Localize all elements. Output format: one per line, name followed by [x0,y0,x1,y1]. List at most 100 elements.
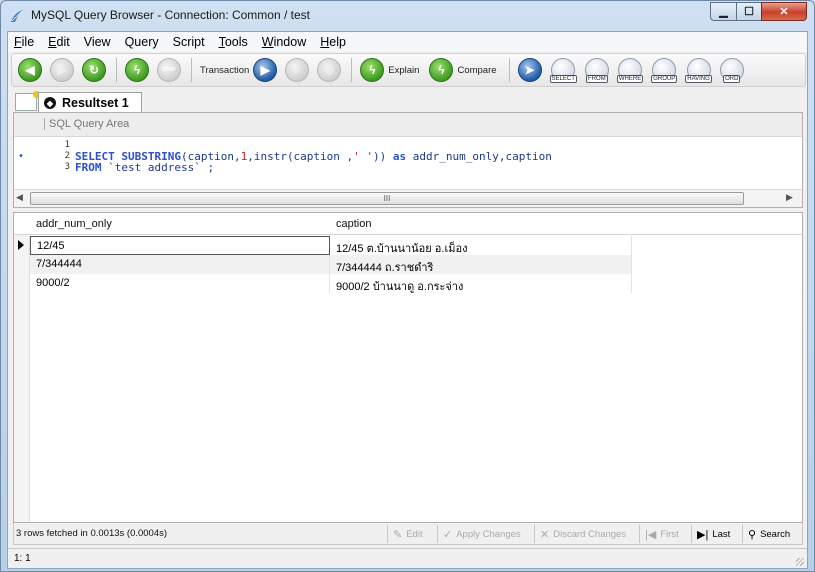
execute-button[interactable]: ϟ [125,58,149,82]
table-cell[interactable]: 7/344444 ถ.ราชดำริ [330,255,632,274]
new-tab-icon[interactable] [15,91,40,111]
last-record-icon: ▶| [697,528,709,541]
query-area-label: SQL Query Area [44,118,129,130]
result-grid[interactable]: addr_num_only caption 12/45 12/45 ต.บ้าน… [13,212,803,523]
bottom-status-bar: 1: 1 [8,548,807,568]
window-title: MySQL Query Browser - Connection: Common… [31,8,310,22]
start-transaction-button[interactable]: ▶ [253,58,278,82]
maximize-button[interactable]: ☐ [736,2,762,21]
explain-label: Explain [388,64,420,76]
toolbar-separator [191,58,192,82]
stop-button[interactable]: STOP [157,58,181,82]
explain-button[interactable]: ϟ [360,58,385,82]
stop-icon: STOP [162,67,176,73]
table-cell[interactable]: 12/45 ต.บ้านนาน้อย อ.เม็อง [330,236,632,255]
first-record-icon: |◀ [645,528,657,541]
table-cell[interactable]: 9000/2 บ้านนาดู อ.กระจ่าง [330,274,632,293]
cancel-icon: ⊘ [324,63,335,77]
toolbar-separator [508,58,510,82]
toolbar-separator [351,58,353,82]
menu-view[interactable]: View [84,35,111,49]
menu-bar: File Edit View Query Script Tools Window… [8,32,807,52]
table-row[interactable]: 7/344444 7/344444 ถ.ราชดำริ [14,255,802,274]
column-header-addr-num-only[interactable]: addr_num_only [36,218,112,230]
resize-grip-icon[interactable] [796,558,804,566]
table-row[interactable]: 9000/2 9000/2 บ้านนาดู อ.กระจ่าง [14,274,802,293]
title-bar: MySQL Query Browser - Connection: Common… [1,1,814,31]
row-indicator [14,255,30,274]
arrow-right-icon: ▶ [57,63,67,77]
edit-button[interactable]: ✎ Edit [387,525,428,543]
menu-file[interactable]: File [14,35,34,49]
last-button[interactable]: ▶| Last [691,525,735,543]
main-toolbar: ◀ ▶ ↻ ϟ STOP Transaction ▶ ✓ ⊘ ϟ Explain… [11,53,806,87]
sql-editor[interactable]: 1 • 2 SELECT SUBSTRING(caption,1,instr(c… [14,140,802,173]
column-header-caption[interactable]: caption [336,218,371,230]
discard-changes-button[interactable]: ✕ Discard Changes [534,525,631,543]
client-area: File Edit View Query Script Tools Window… [7,31,808,569]
x-icon: ✕ [540,528,550,541]
scroll-thumb[interactable]: III [30,192,744,205]
pointer-button[interactable]: ➤ [517,58,542,82]
app-window: MySQL Query Browser - Connection: Common… [0,0,815,572]
select-keyword-button[interactable]: SELECT [549,57,577,83]
order-keyword-button[interactable]: ORD [719,57,744,83]
scroll-left-icon[interactable]: ◀ [16,192,28,204]
query-area-header: SQL Query Area [14,113,802,137]
current-line-marker-icon: • [18,151,25,162]
table-row[interactable]: 12/45 12/45 ต.บ้านนาน้อย อ.เม็อง [14,236,802,255]
close-button[interactable]: ✕ [761,2,807,21]
first-button[interactable]: |◀ First [639,525,684,543]
menu-query[interactable]: Query [125,35,159,49]
tab-bar: ◆ Resultset 1 [8,90,807,113]
cursor-position: 1: 1 [14,553,31,564]
horizontal-scrollbar[interactable]: ◀ III ▶ [14,189,802,207]
code-text: FROM `test address` ; [75,161,215,174]
menu-help[interactable]: Help [320,35,346,49]
compare-label: Compare [457,64,497,76]
line-number: 2 [64,151,70,161]
check-icon: ✓ [443,528,453,541]
line-number: 1 [64,140,70,150]
row-indicator [14,274,30,293]
table-cell[interactable]: 7/344444 [30,255,330,274]
rollback-button[interactable]: ⊘ [317,58,342,82]
menu-script[interactable]: Script [173,35,205,49]
lightning-icon: ϟ [133,63,141,77]
minimize-button[interactable]: ▁ [710,2,737,21]
tab-resultset-1[interactable]: ◆ Resultset 1 [38,92,142,113]
scroll-right-icon[interactable]: ▶ [786,192,798,204]
search-button[interactable]: ⚲ Search [742,525,795,543]
tab-label: Resultset 1 [62,96,129,110]
resultset-icon: ◆ [44,97,56,109]
where-keyword-button[interactable]: WHERE [616,57,644,83]
refresh-button[interactable]: ↻ [82,58,106,82]
from-keyword-button[interactable]: FROM [584,57,609,83]
check-icon: ✓ [292,63,303,77]
sql-query-area[interactable]: SQL Query Area 1 • 2 SELECT SUBSTRING(ca… [13,112,803,208]
code-line: 3 FROM `test address` ; [14,162,802,173]
table-cell[interactable]: 9000/2 [30,274,330,293]
play-pause-icon: ▶ [260,63,270,77]
back-button[interactable]: ◀ [18,58,42,82]
compare-button[interactable]: ϟ [429,58,454,82]
table-cell[interactable]: 12/45 [30,236,330,255]
commit-button[interactable]: ✓ [285,58,310,82]
row-indicator [14,236,30,255]
menu-edit[interactable]: Edit [48,35,70,49]
group-keyword-button[interactable]: GROUP [651,57,678,83]
toolbar-separator [116,58,117,82]
line-number: 3 [64,162,70,172]
compare-icon: ϟ [438,63,445,77]
resultset-status-bar: 3 rows fetched in 0.0013s (0.0004s) ✎ Edi… [13,523,803,545]
menu-window[interactable]: Window [262,35,306,49]
dolphin-app-icon [11,10,23,22]
menu-tools[interactable]: Tools [219,35,248,49]
current-row-arrow-icon [18,240,24,250]
apply-changes-button[interactable]: ✓ Apply Changes [437,525,526,543]
search-icon: ⚲ [748,528,757,541]
transaction-label: Transaction [200,64,250,76]
having-keyword-button[interactable]: HAVING [685,57,712,83]
forward-button[interactable]: ▶ [50,58,74,82]
grid-header: addr_num_only caption [14,213,802,235]
